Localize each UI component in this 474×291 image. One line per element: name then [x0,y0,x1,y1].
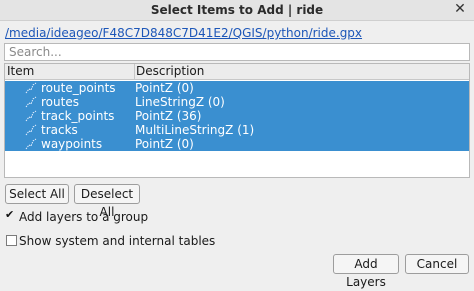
add-to-group-checkbox[interactable]: ✔ [5,208,16,222]
table-row[interactable]: route_points PointZ (0) [5,81,469,95]
vector-layer-icon [25,110,37,122]
column-header-description[interactable]: Description [136,64,204,79]
cancel-button[interactable]: Cancel [405,254,469,274]
vector-layer-icon [25,124,37,136]
vector-layer-icon [25,138,37,150]
row-description: LineStringZ (0) [135,95,225,109]
row-name: routes [41,95,79,109]
table-header: Item Description [5,64,469,80]
select-all-button[interactable]: Select All [5,184,69,204]
vector-layer-icon [25,82,37,94]
table-row[interactable]: waypoints PointZ (0) [5,137,469,151]
row-name: tracks [41,123,78,137]
column-header-item[interactable]: Item [7,64,135,79]
row-description: MultiLineStringZ (1) [135,123,255,137]
items-table[interactable]: Item Description route_points PointZ (0)… [4,63,470,178]
title-bar: Select Items to Add | ride ✕ [0,0,474,21]
add-to-group-label: Add layers to a group [19,210,149,224]
search-input[interactable]: Search... [4,43,470,61]
show-system-tables-checkbox[interactable] [6,235,17,246]
vector-layer-icon [25,96,37,108]
window-title: Select Items to Add | ride [150,3,324,17]
row-description: PointZ (0) [135,81,194,95]
close-icon[interactable]: ✕ [452,1,468,17]
table-row[interactable]: routes LineStringZ (0) [5,95,469,109]
row-name: track_points [41,109,115,123]
row-name: waypoints [41,137,103,151]
show-system-tables-label: Show system and internal tables [19,234,216,248]
search-placeholder: Search... [9,45,62,59]
add-layers-button[interactable]: Add Layers [333,254,399,289]
table-row[interactable]: tracks MultiLineStringZ (1) [5,123,469,137]
source-path-link[interactable]: /media/ideageo/F48C7D848C7D41E2/QGIS/pyt… [5,26,362,40]
show-system-tables-option[interactable]: Show system and internal tables [5,234,225,248]
deselect-all-button[interactable]: Deselect All [74,184,140,219]
table-row[interactable]: track_points PointZ (36) [5,109,469,123]
row-description: PointZ (0) [135,137,194,151]
checkmark-icon: ✔ [5,208,15,221]
row-name: route_points [41,81,116,95]
row-description: PointZ (36) [135,109,202,123]
add-to-group-option[interactable]: ✔ Add layers to a group [5,208,205,224]
